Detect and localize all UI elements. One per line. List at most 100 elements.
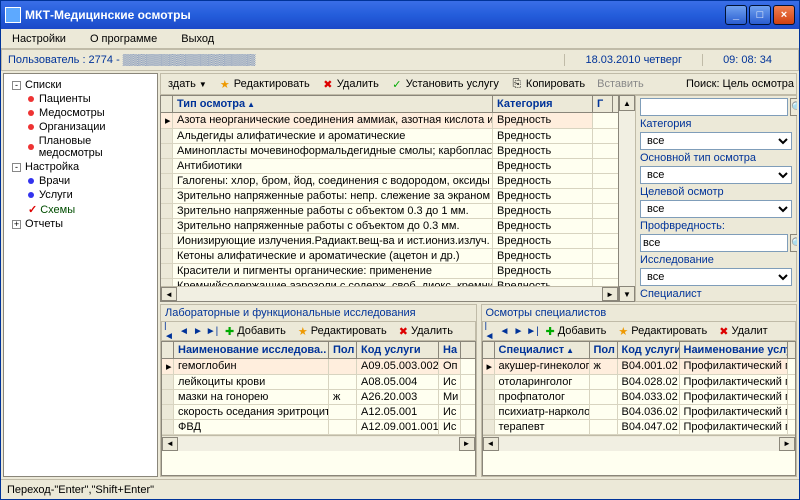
last-icon[interactable]: ►|	[206, 325, 218, 337]
filter-prof-label: Профвредность:	[640, 220, 792, 232]
table-row[interactable]: Кремнийсодержащие аэрозоли с содерж. сво…	[161, 279, 618, 286]
status-user: Пользователь : 2774 - ▒▒▒▒▒▒▒▒▒▒▒▒▒▒▒▒▒	[8, 54, 564, 66]
table-row[interactable]: Ионизирующие излучения.Радиакт.вещ-ва и …	[161, 234, 618, 249]
edit-button[interactable]: ★Редактировать	[214, 77, 315, 91]
filter-maintype-select[interactable]: все	[640, 166, 792, 184]
h-scrollbar[interactable]: ◄►	[161, 286, 618, 301]
scroll-right-icon[interactable]: ►	[779, 437, 795, 451]
prev-icon[interactable]: ◄	[499, 325, 511, 337]
table-row[interactable]: ▸гемоглобинA09.05.003.002Оп	[162, 359, 475, 375]
menu-about[interactable]: О программе	[85, 32, 162, 46]
filter-research-select[interactable]: все	[640, 268, 792, 286]
table-row[interactable]: скорость оседания эритроцитовA12.05.001И…	[162, 405, 475, 420]
star-icon: ★	[618, 325, 628, 338]
table-row[interactable]: АнтибиотикиВредность	[161, 159, 618, 174]
table-row[interactable]: психиатр-наркологB04.036.02Профилактичес…	[483, 405, 796, 420]
search-input[interactable]	[640, 98, 788, 116]
spec-edit-button[interactable]: ★Редактировать	[613, 324, 712, 339]
tree-lists[interactable]: -Списки	[10, 78, 155, 92]
col-category[interactable]: Категория	[493, 96, 593, 112]
scroll-left-icon[interactable]: ◄	[483, 437, 499, 451]
spec-grid[interactable]: Специалист▲ Пол Код услуги Наименование …	[482, 341, 797, 476]
table-row[interactable]: ▸Азота неорганические соединения аммиак,…	[161, 113, 618, 129]
expand-icon[interactable]: +	[12, 220, 21, 229]
table-row[interactable]: профпатологB04.033.02Профилактический пр	[483, 390, 796, 405]
scroll-right-icon[interactable]: ►	[459, 437, 475, 451]
x-icon: ✖	[322, 78, 334, 90]
table-row[interactable]: мазки на гонореюжA26.20.003Ми	[162, 390, 475, 405]
col-sex[interactable]: Пол	[329, 342, 357, 358]
spec-delete-button[interactable]: ✖Удалит	[714, 324, 772, 339]
tree-schemes[interactable]: ✓Схемы	[26, 202, 155, 217]
filter-target-select[interactable]: все	[640, 200, 792, 218]
tree-planned[interactable]: Плановые медосмотры	[26, 134, 155, 160]
scroll-down-icon[interactable]: ▼	[619, 286, 635, 302]
next-icon[interactable]: ►	[192, 325, 204, 337]
tree-patients[interactable]: Пациенты	[26, 92, 155, 106]
menu-settings[interactable]: Настройки	[7, 32, 71, 46]
v-scrollbar[interactable]: ▲▼	[619, 95, 635, 302]
table-row[interactable]: лейкоциты кровиA08.05.004Ис	[162, 375, 475, 390]
col-svc[interactable]: Наименование услу	[680, 342, 788, 358]
tree-reports[interactable]: +Отчеты	[10, 217, 155, 231]
setservice-button[interactable]: ✓Установить услугу	[386, 77, 504, 91]
tree-services[interactable]: Услуги	[26, 188, 155, 202]
collapse-icon[interactable]: -	[12, 163, 21, 172]
lab-edit-button[interactable]: ★Редактировать	[293, 324, 392, 339]
lookup-icon[interactable]: 🔍	[790, 234, 797, 252]
close-button[interactable]: ×	[773, 5, 795, 25]
table-row[interactable]: Красители и пигменты органические: приме…	[161, 264, 618, 279]
next-icon[interactable]: ►	[513, 325, 525, 337]
create-button[interactable]: здать▼	[163, 77, 212, 91]
last-icon[interactable]: ►|	[527, 325, 539, 337]
exam-types-grid[interactable]: Тип осмотра▲ Категория Г ▸Азота неоргани…	[160, 95, 619, 302]
first-icon[interactable]: |◄	[164, 325, 176, 337]
first-icon[interactable]: |◄	[485, 325, 497, 337]
col-code[interactable]: Код услуги	[357, 342, 439, 358]
filter-category-select[interactable]: все	[640, 132, 792, 150]
tree-orgs[interactable]: Организации	[26, 120, 155, 134]
scroll-right-icon[interactable]: ►	[602, 287, 618, 301]
scroll-up-icon[interactable]: ▲	[619, 95, 635, 111]
col-code[interactable]: Код услуги	[618, 342, 680, 358]
cell	[329, 420, 357, 434]
table-row[interactable]: Зрительно напряженные работы: непр. слеж…	[161, 189, 618, 204]
scroll-left-icon[interactable]: ◄	[161, 287, 177, 301]
lab-delete-button[interactable]: ✖Удалить	[394, 324, 458, 339]
lab-grid[interactable]: Наименование исследова..▲ Пол Код услуги…	[161, 341, 476, 476]
table-row[interactable]: терапевтB04.047.02Профилактический пр	[483, 420, 796, 435]
search-icon[interactable]: 🔍	[790, 98, 797, 116]
filter-prof-input[interactable]	[640, 234, 788, 252]
col-g[interactable]: Г	[593, 96, 613, 112]
tree-setup[interactable]: -Настройка	[10, 160, 155, 174]
maximize-button[interactable]: □	[749, 5, 771, 25]
table-row[interactable]: Аминопласты мочевиноформальдегидные смол…	[161, 144, 618, 159]
col-na[interactable]: На	[439, 342, 461, 358]
delete-button[interactable]: ✖Удалить	[317, 77, 384, 91]
cell: Оп	[439, 359, 461, 374]
table-row[interactable]: Кетоны алифатические и ароматические (ац…	[161, 249, 618, 264]
col-spec[interactable]: Специалист▲	[495, 342, 590, 358]
tree-doctors[interactable]: Врачи	[26, 174, 155, 188]
spec-add-button[interactable]: ✚Добавить	[541, 324, 612, 339]
table-row[interactable]: Зрительно напряженные работы с объектом …	[161, 219, 618, 234]
minimize-button[interactable]: _	[725, 5, 747, 25]
col-sex[interactable]: Пол	[590, 342, 618, 358]
table-row[interactable]: Альдегиды алифатические и ароматическиеВ…	[161, 129, 618, 144]
h-scrollbar[interactable]: ◄►	[483, 435, 796, 451]
scroll-left-icon[interactable]: ◄	[162, 437, 178, 451]
menu-exit[interactable]: Выход	[176, 32, 219, 46]
collapse-icon[interactable]: -	[12, 81, 21, 90]
lab-add-button[interactable]: ✚Добавить	[220, 324, 291, 339]
table-row[interactable]: ФВДA12.09.001.001Ис	[162, 420, 475, 435]
table-row[interactable]: отоларингологB04.028.02Профилактический …	[483, 375, 796, 390]
table-row[interactable]: Зрительно напряженные работы с объектом …	[161, 204, 618, 219]
h-scrollbar[interactable]: ◄►	[162, 435, 475, 451]
copy-button[interactable]: ⎘Копировать	[506, 77, 590, 91]
col-type[interactable]: Тип осмотра▲	[173, 96, 493, 112]
table-row[interactable]: ▸акушер-гинекологжB04.001.02Профилактиче…	[483, 359, 796, 375]
col-name[interactable]: Наименование исследова..▲	[174, 342, 329, 358]
tree-medexams[interactable]: Медосмотры	[26, 106, 155, 120]
table-row[interactable]: Галогены: хлор, бром, йод, соединения с …	[161, 174, 618, 189]
prev-icon[interactable]: ◄	[178, 325, 190, 337]
